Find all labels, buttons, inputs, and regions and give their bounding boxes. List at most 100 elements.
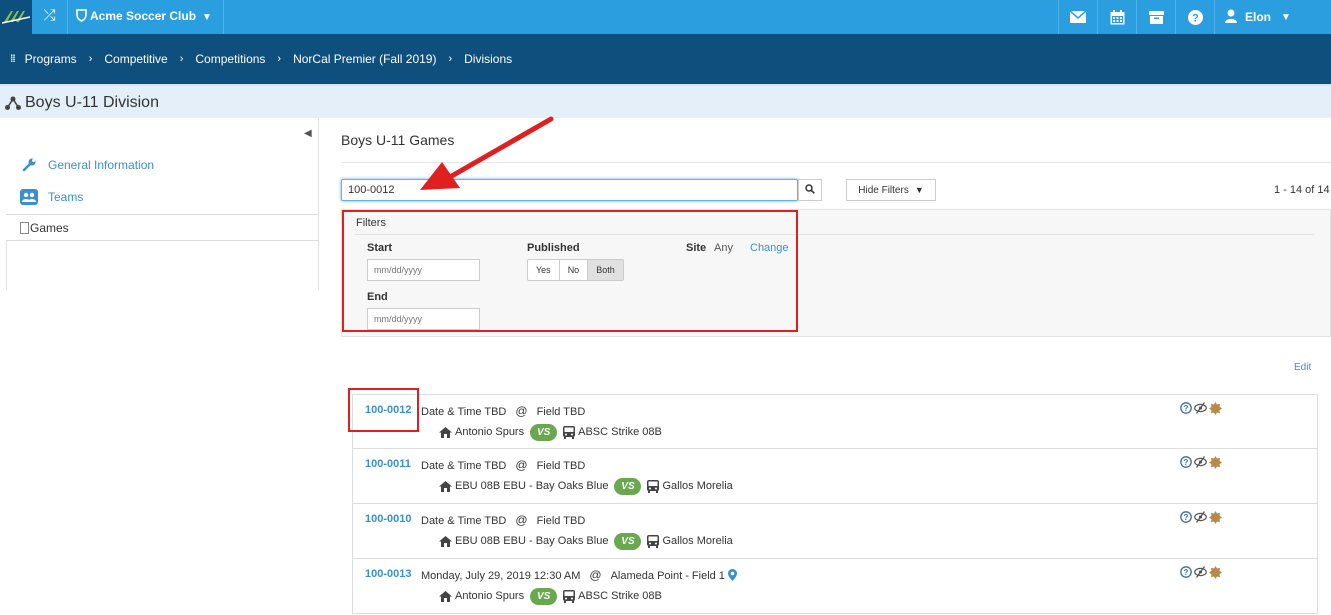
chevron-right-icon: › <box>179 53 184 65</box>
top-navbar: ⤮ Acme Soccer Club ▼ ? Elon ▼ <box>0 0 1331 34</box>
at-sign: @ <box>589 568 602 582</box>
game-actions: ? <box>1180 511 1222 527</box>
game-field: Field TBD <box>536 460 586 472</box>
chevron-right-icon: › <box>448 53 453 65</box>
breadcrumb-item-competitions[interactable]: Competitions <box>195 52 265 66</box>
away-team: ABSC Strike 08B <box>578 426 662 438</box>
eye-slash-icon[interactable] <box>1194 566 1207 582</box>
home-team: Antonio Spurs <box>455 590 525 602</box>
chevron-right-icon: › <box>277 53 282 65</box>
user-icon <box>1225 9 1237 26</box>
svg-text:?: ? <box>1184 458 1189 467</box>
hide-filters-label: Hide Filters <box>858 184 909 196</box>
club-switcher[interactable]: Acme Soccer Club ▼ <box>76 0 212 34</box>
breadcrumb: ⁞⁞ Programs › Competitive › Competitions… <box>10 34 512 84</box>
home-icon <box>439 590 452 602</box>
edit-link[interactable]: Edit <box>1294 362 1311 373</box>
game-actions: ? <box>1180 566 1222 582</box>
shuffle-icon[interactable]: ⤮ <box>32 0 68 34</box>
map-pin-icon[interactable] <box>727 569 737 584</box>
sidebar-item-games[interactable]: Games <box>6 214 318 241</box>
game-id-highlight-box <box>348 388 419 432</box>
game-teams: Antonio Spurs VS ABSC Strike 08B <box>439 423 662 441</box>
sidebar-item-general-information[interactable]: General Information <box>20 151 154 179</box>
at-sign: @ <box>515 458 528 472</box>
badge-icon[interactable] <box>1209 456 1222 472</box>
game-when: Monday, July 29, 2019 12:30 AM @ Alameda P… <box>421 568 737 584</box>
hide-filters-button[interactable]: Hide Filters ▼ <box>846 179 936 201</box>
annotation-arrow <box>420 116 554 190</box>
badge-icon[interactable] <box>1209 511 1222 527</box>
help-circle-icon[interactable]: ? <box>1180 566 1192 582</box>
wrench-icon <box>20 158 38 172</box>
shield-icon <box>76 2 87 34</box>
game-field: Field TBD <box>536 406 586 418</box>
search-icon <box>805 183 815 197</box>
game-when: Date & Time TBD @ Field TBD <box>421 513 585 527</box>
eye-slash-icon[interactable] <box>1194 402 1207 418</box>
user-name: Elon <box>1245 10 1271 24</box>
vs-badge: VS <box>614 532 642 550</box>
page-title-bar: Boys U-11 Division <box>0 84 1331 118</box>
game-teams: EBU 08B EBU - Bay Oaks Blue VS Gallos Mo… <box>439 477 733 495</box>
help-circle-icon[interactable]: ? <box>1180 511 1192 527</box>
breadcrumb-bar: ⁞⁞ Programs › Competitive › Competitions… <box>0 34 1331 84</box>
game-field: Alameda Point - Field 1 <box>610 570 725 582</box>
user-menu[interactable]: Elon ▼ <box>1214 0 1331 34</box>
help-circle-icon[interactable]: ? <box>1180 402 1192 418</box>
game-id-link[interactable]: 100-0011 <box>365 458 411 470</box>
list-item: 100-0013 Monday, July 29, 2019 12:30 AM @… <box>352 559 1318 614</box>
chevron-down-icon: ▼ <box>1281 11 1291 23</box>
game-field: Field TBD <box>536 515 586 527</box>
breadcrumb-item-divisions[interactable]: Divisions <box>464 52 512 66</box>
vs-badge: VS <box>614 477 642 495</box>
search-button[interactable] <box>798 179 822 201</box>
teams-icon <box>20 189 38 205</box>
home-team: EBU 08B EBU - Bay Oaks Blue <box>455 535 609 547</box>
calendar-icon[interactable] <box>1097 0 1136 34</box>
club-name: Acme Soccer Club <box>90 9 197 23</box>
game-id-link[interactable]: 100-0010 <box>365 513 412 525</box>
game-teams: Antonio Spurs VS ABSC Strike 08B <box>439 587 662 605</box>
svg-text:?: ? <box>1184 513 1189 522</box>
sidebar-item-teams[interactable]: Teams <box>20 183 83 211</box>
breadcrumb-item-norcal[interactable]: NorCal Premier (Fall 2019) <box>293 52 436 66</box>
away-team: ABSC Strike 08B <box>578 590 662 602</box>
home-icon <box>439 480 452 492</box>
grip-icon: ⁞⁞ <box>10 53 16 65</box>
badge-icon[interactable] <box>1209 402 1222 418</box>
at-sign: @ <box>515 513 528 527</box>
away-team: Gallos Morelia <box>662 480 733 492</box>
bus-icon <box>647 534 660 548</box>
eye-slash-icon[interactable] <box>1194 511 1207 527</box>
game-actions: ? <box>1180 456 1222 472</box>
breadcrumb-item-programs[interactable]: Programs <box>25 52 77 66</box>
help-icon[interactable]: ? <box>1175 0 1214 34</box>
breadcrumb-item-competitive[interactable]: Competitive <box>104 52 167 66</box>
game-datetime: Date & Time TBD <box>421 460 507 472</box>
division-icon <box>5 96 21 113</box>
eye-slash-icon[interactable] <box>1194 456 1207 472</box>
game-id-link[interactable]: 100-0013 <box>365 568 412 580</box>
filters-highlight-box <box>342 210 798 332</box>
result-count: 1 - 14 of 14 <box>1274 184 1330 196</box>
collapse-sidebar-icon[interactable]: ◀ <box>304 128 312 139</box>
vs-badge: VS <box>530 423 558 441</box>
archive-icon[interactable] <box>1136 0 1175 34</box>
bus-icon <box>563 425 576 439</box>
badge-icon[interactable] <box>1209 566 1222 582</box>
vs-badge: VS <box>530 587 558 605</box>
home-team: Antonio Spurs <box>455 426 525 438</box>
home-icon <box>439 426 452 438</box>
game-teams: EBU 08B EBU - Bay Oaks Blue VS Gallos Mo… <box>439 532 733 550</box>
sidebar: ◀ General Information Teams Games <box>0 118 318 290</box>
envelope-icon[interactable] <box>1058 0 1097 34</box>
list-item: 100-0012 Date & Time TBD @ Field TBD Anton… <box>352 394 1318 449</box>
svg-text:?: ? <box>1192 12 1199 24</box>
app-logo[interactable] <box>0 0 32 34</box>
help-circle-icon[interactable]: ? <box>1180 456 1192 472</box>
bus-icon <box>647 479 660 493</box>
chevron-down-icon: ▼ <box>202 12 212 23</box>
list-item: 100-0010 Date & Time TBD @ Field TBD EBU 0… <box>352 504 1318 559</box>
bus-icon <box>563 589 576 603</box>
